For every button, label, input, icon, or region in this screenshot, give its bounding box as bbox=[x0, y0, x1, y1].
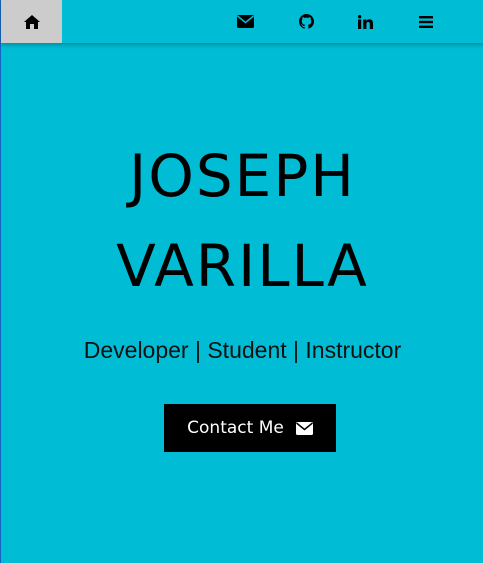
hero-section: JOSEPH VARILLA Developer | Student | Ins… bbox=[1, 43, 483, 563]
contact-me-button[interactable]: Contact Me bbox=[164, 404, 336, 452]
hero-name-first: JOSEPH bbox=[129, 142, 356, 210]
hero-tagline: Developer | Student | Instructor bbox=[83, 337, 402, 363]
nav-github-link[interactable] bbox=[284, 0, 329, 43]
contact-button-label: Contact Me bbox=[187, 418, 284, 438]
nav-menu-button[interactable] bbox=[403, 0, 448, 43]
nav-home-link[interactable] bbox=[1, 0, 62, 43]
hero-name: JOSEPH VARILLA bbox=[1, 131, 483, 311]
envelope-icon bbox=[295, 421, 313, 435]
nav-linkedin-link[interactable] bbox=[343, 0, 388, 43]
nav-email-link[interactable] bbox=[223, 0, 268, 43]
home-icon bbox=[23, 14, 40, 29]
envelope-icon bbox=[237, 15, 254, 28]
menu-icon bbox=[418, 15, 433, 28]
hero-name-last: VARILLA bbox=[116, 232, 369, 300]
linkedin-icon bbox=[358, 14, 373, 29]
top-navbar bbox=[1, 0, 483, 43]
github-icon bbox=[299, 14, 314, 29]
